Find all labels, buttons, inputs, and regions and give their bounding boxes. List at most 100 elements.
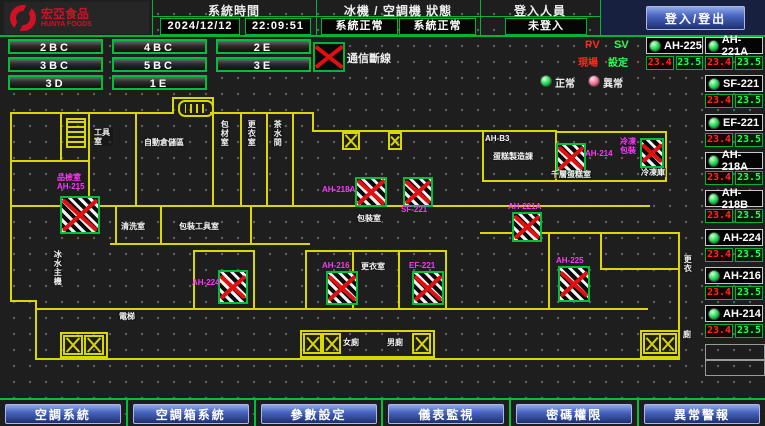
- wall: [10, 205, 650, 207]
- sv-value: 23.5: [735, 209, 763, 223]
- unit-values: 23.4 23.5: [705, 324, 763, 338]
- toolbar-button-parameters[interactable]: 參數設定: [261, 404, 377, 424]
- unit-name: AH-218B: [722, 187, 762, 211]
- floor-button-4bc[interactable]: 4BC: [112, 39, 207, 54]
- ahu-fan-icon-ah-221a[interactable]: [512, 212, 542, 242]
- unit-ah-216[interactable]: AH-216: [705, 267, 763, 284]
- wall: [266, 112, 268, 207]
- ahu-fan-icon-ah-218a[interactable]: [355, 177, 387, 207]
- floor-button-3d[interactable]: 3D: [8, 75, 103, 90]
- room-label: 廁: [682, 330, 692, 339]
- room-label: 更衣室: [246, 120, 257, 147]
- map-unit-label-text: 品檢室: [57, 173, 81, 182]
- room-label: 女廁: [342, 338, 360, 347]
- wall: [305, 250, 447, 252]
- toolbar-button-ahu-system[interactable]: 空調箱系統: [133, 404, 249, 424]
- ahu-fan-icon-freezer-pack[interactable]: [640, 138, 664, 168]
- lift-x-icon: [342, 132, 360, 150]
- room-label: 冷凍庫: [640, 168, 666, 177]
- map-unit-label-text: 冷凍: [620, 137, 636, 146]
- header-divider: [600, 0, 601, 36]
- map-unit-label: SF-221: [401, 206, 427, 215]
- room-label: 包裝室: [356, 214, 382, 223]
- unit-values: 23.4 23.5: [705, 56, 763, 70]
- comm-fail-label: 通信斷線: [347, 50, 391, 66]
- pv-sub-label: 現場: [578, 54, 598, 69]
- toolbar-cell: 儀表監視: [383, 400, 511, 426]
- floor-button-1e[interactable]: 1E: [112, 75, 207, 90]
- toolbar-button-password-auth[interactable]: 密碼權限: [516, 404, 632, 424]
- unit-led-icon: [708, 155, 719, 167]
- room-label: 包材室: [219, 120, 230, 147]
- wall: [210, 112, 314, 114]
- wall: [60, 112, 62, 162]
- stair-x-icon: [303, 333, 322, 354]
- unit-ah-218b[interactable]: AH-218B: [705, 190, 763, 207]
- unit-ah-214[interactable]: AH-214: [705, 305, 763, 322]
- unit-led-icon: [708, 117, 720, 129]
- unit-values: 23.4 23.5: [705, 133, 763, 147]
- unit-led-icon: [649, 40, 661, 52]
- ahu-fan-icon-ah-225[interactable]: [558, 266, 590, 302]
- unit-ah-218a[interactable]: AH-218A: [705, 152, 763, 169]
- floor-button-3bc[interactable]: 3BC: [8, 57, 103, 72]
- toolbar-button-ac-system[interactable]: 空調系統: [5, 404, 121, 424]
- room-label: 工具室: [93, 128, 113, 146]
- unit-led-icon: [708, 193, 719, 205]
- unit-led-icon: [708, 78, 720, 90]
- map-unit-label: 冷凍 包裝: [620, 138, 636, 156]
- ahu-fan-icon-ah-215[interactable]: [60, 196, 100, 234]
- login-status-value: 未登入: [505, 18, 587, 35]
- room-label: 自動倉儲區: [143, 138, 185, 147]
- unit-ah-225[interactable]: AH-225: [646, 37, 703, 54]
- room-label: 蛋糕製造課: [492, 152, 534, 161]
- ahu-fan-icon-sf-221[interactable]: [403, 177, 433, 207]
- comm-fail-x-icon: [313, 42, 345, 72]
- wall: [480, 232, 678, 234]
- unit-name: SF-221: [723, 78, 759, 90]
- login-logout-button[interactable]: 登入/登出: [646, 6, 745, 30]
- unit-ah-221a[interactable]: AH-221A: [705, 37, 763, 54]
- floor-button-3e[interactable]: 3E: [216, 57, 311, 72]
- wall: [600, 232, 602, 270]
- unit-ef-221[interactable]: EF-221: [705, 114, 763, 131]
- normal-label: 正常: [555, 75, 575, 90]
- map-unit-label: AH-218A: [322, 186, 355, 195]
- normal-led-icon: [540, 75, 552, 87]
- ac-status-value: 系統正常: [399, 18, 476, 35]
- bottom-toolbar: 空調系統 空調箱系統 參數設定 儀表監視 密碼權限 異常警報: [0, 398, 765, 426]
- wall: [240, 112, 242, 207]
- toolbar-cell: 參數設定: [256, 400, 384, 426]
- ahu-fan-icon-ah-214[interactable]: [556, 143, 586, 173]
- unit-name: AH-216: [723, 270, 761, 282]
- ahu-fan-icon-ef-221[interactable]: [412, 271, 444, 305]
- floor-button-2bc[interactable]: 2BC: [8, 39, 103, 54]
- unit-led-icon: [708, 40, 719, 52]
- wall: [35, 358, 680, 360]
- abnormal-led-icon: [588, 75, 600, 87]
- pv-value: 23.4: [705, 94, 733, 108]
- wall: [292, 112, 294, 207]
- wall: [115, 205, 117, 245]
- toolbar-button-alarm[interactable]: 異常警報: [644, 404, 760, 424]
- logo: 宏亞食品 HUNYA FOODS: [4, 2, 149, 34]
- unit-sf-221[interactable]: SF-221: [705, 75, 763, 92]
- empty-unit-slot: [705, 360, 765, 376]
- pv-value: 23.4: [705, 286, 733, 300]
- staircase-icon: [66, 118, 86, 148]
- ahu-fan-icon-ah-224[interactable]: [218, 270, 248, 304]
- floor-button-2e[interactable]: 2E: [216, 39, 311, 54]
- sv-value: 23.5: [735, 171, 763, 185]
- wall: [172, 97, 174, 114]
- wall: [172, 97, 214, 99]
- unit-ah-224[interactable]: AH-224: [705, 229, 763, 246]
- map-unit-label: 品檢室 AH-215: [57, 174, 85, 192]
- toolbar-button-meter-monitor[interactable]: 儀表監視: [388, 404, 504, 424]
- floor-button-5bc[interactable]: 5BC: [112, 57, 207, 72]
- system-time-label: 系統時間: [152, 2, 316, 19]
- wall: [253, 250, 255, 310]
- wall: [35, 300, 37, 360]
- ahu-fan-icon-ah-216[interactable]: [326, 271, 358, 305]
- unit-led-icon: [708, 308, 720, 320]
- wall: [35, 308, 648, 310]
